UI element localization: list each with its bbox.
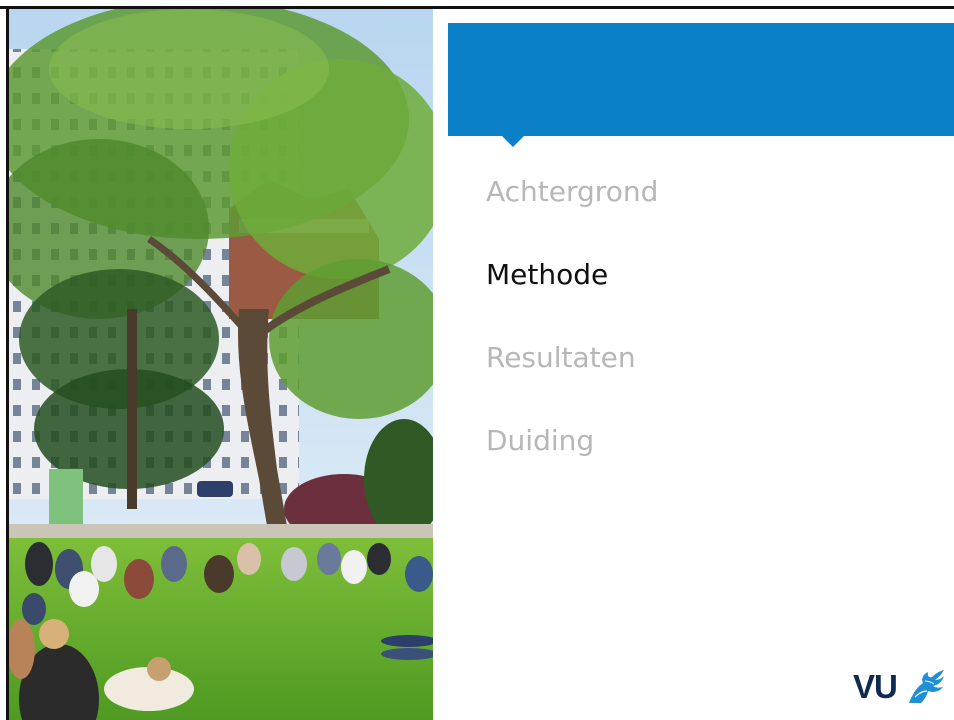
agenda-item-resultaten: Resultaten: [486, 341, 636, 374]
header-notch: [502, 136, 524, 147]
agenda-item-duiding: Duiding: [486, 424, 595, 457]
agenda-item-methode: Methode: [486, 258, 609, 291]
slide: Achtergrond Methode Resultaten Duiding V…: [0, 0, 954, 720]
agenda-item-achtergrond: Achtergrond: [486, 175, 659, 208]
logo-text: VU: [853, 668, 898, 705]
griffin-icon: [909, 670, 944, 703]
header-bar: [448, 23, 954, 136]
vu-logo: VU: [853, 667, 945, 707]
agenda-list: Achtergrond Methode Resultaten Duiding: [486, 170, 658, 502]
campus-photo: [9, 9, 433, 720]
